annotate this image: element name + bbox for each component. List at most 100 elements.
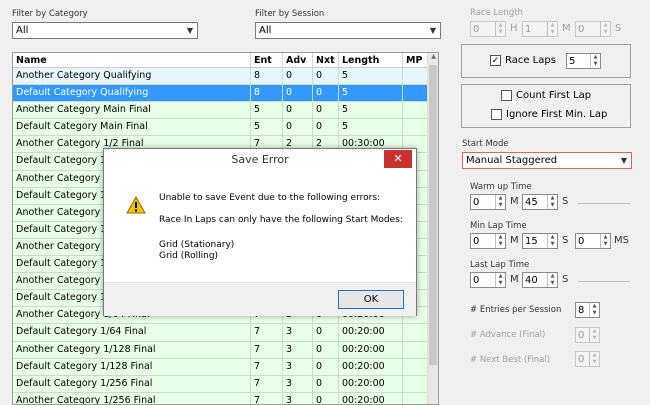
col-header-ent[interactable]: Ent — [251, 53, 283, 67]
spin-down-icon[interactable]: ▼ — [590, 359, 599, 366]
minlap-minutes[interactable]: 0 ▲ ▼ — [470, 233, 506, 249]
spin-up-icon[interactable]: ▲ — [548, 234, 557, 241]
check-icon[interactable]: ✓ — [490, 55, 501, 66]
spin-down-icon[interactable]: ▼ — [548, 241, 557, 248]
spin-up-icon[interactable]: ▲ — [548, 195, 557, 202]
count-first-lap-checkbox[interactable]: Count First Lap — [501, 90, 591, 101]
spin-up-icon[interactable]: ▲ — [548, 273, 557, 280]
close-icon[interactable]: ✕ — [384, 150, 412, 168]
grid-scrollbar[interactable]: ▲ — [427, 53, 438, 404]
minlap-minutes-unit: M — [510, 235, 519, 246]
table-cell-nxt: 0 — [313, 68, 339, 85]
race-laps-stepper[interactable]: 5 ▲ ▼ — [566, 53, 601, 69]
minlap-seconds[interactable]: 15 ▲ ▼ — [522, 233, 558, 249]
table-cell-name: Another Category Main Final — [13, 102, 251, 119]
table-row[interactable]: Another Category Qualifying 8 0 0 5 — [13, 68, 438, 86]
dialog-body: Unable to save Event due to the followin… — [104, 170, 416, 282]
table-cell-name: Another Category 1/128 Final — [13, 341, 251, 358]
lastlap-minutes[interactable]: 0 ▲ ▼ — [470, 272, 506, 288]
col-header-nxt[interactable]: Nxt — [313, 53, 339, 67]
table-cell-len: 5 — [339, 68, 403, 85]
entries-per-session-stepper[interactable]: 8 ▲ ▼ — [575, 302, 600, 318]
spin-down-icon[interactable]: ▼ — [548, 202, 557, 209]
race-length-hours[interactable]: 0 ▲ ▼ — [470, 21, 506, 37]
ok-button[interactable]: OK — [338, 290, 404, 309]
lastlap-seconds[interactable]: 40 ▲ ▼ — [522, 272, 558, 288]
spin-down-icon[interactable]: ▼ — [601, 241, 610, 248]
spin-up-icon[interactable]: ▲ — [591, 54, 600, 61]
spin-up-icon[interactable]: ▲ — [590, 328, 599, 335]
warmup-seconds[interactable]: 45 ▲ ▼ — [522, 194, 558, 210]
spin-down-icon[interactable]: ▼ — [548, 280, 557, 287]
warmup-minutes[interactable]: 0 ▲ ▼ — [470, 194, 506, 210]
category-filter-select[interactable]: All ▼ — [12, 22, 198, 39]
table-cell-adv: 3 — [283, 375, 313, 392]
table-cell-mp — [403, 392, 430, 404]
race-laps-checkbox[interactable]: ✓ Race Laps — [490, 55, 556, 66]
spin-up-icon[interactable]: ▲ — [590, 303, 599, 310]
table-cell-ent: 5 — [251, 102, 283, 119]
col-header-adv[interactable]: Adv — [283, 53, 313, 67]
entries-per-session-label: # Entries per Session — [470, 305, 562, 315]
race-length-seconds[interactable]: 0 ▲ ▼ — [575, 21, 611, 37]
minlap-seconds-value: 15 — [525, 235, 538, 247]
spin-down-icon[interactable]: ▼ — [590, 310, 599, 317]
minlap-minutes-value: 0 — [473, 235, 480, 247]
warmup-seconds-value: 45 — [525, 196, 538, 208]
table-cell-mp — [403, 85, 430, 102]
table-row[interactable]: Another Category 1/128 Final 7 3 0 00:20:00 — [13, 341, 438, 359]
table-row[interactable]: Default Category 1/128 Final 7 3 0 00:20:00 — [13, 358, 438, 376]
race-laps-label: Race Laps — [505, 55, 556, 66]
spin-down-icon[interactable]: ▼ — [496, 202, 505, 209]
dialog-message-2: Race In Laps can only have the following… — [159, 215, 403, 225]
spin-up-icon[interactable]: ▲ — [496, 22, 505, 29]
spin-down-icon[interactable]: ▼ — [590, 335, 599, 342]
checkbox-empty-icon[interactable] — [501, 90, 512, 101]
table-cell-name: Default Category Main Final — [13, 119, 251, 136]
table-cell-adv: 3 — [283, 358, 313, 375]
spin-down-icon[interactable]: ▼ — [548, 29, 557, 36]
race-length-minutes[interactable]: 1 ▲ ▼ — [522, 21, 558, 37]
table-cell-nxt: 0 — [313, 358, 339, 375]
grid-header: Name Ent Adv Nxt Length MP — [13, 53, 438, 68]
spin-up-icon[interactable]: ▲ — [548, 22, 557, 29]
scroll-thumb[interactable] — [429, 65, 437, 365]
table-cell-len: 5 — [339, 102, 403, 119]
table-cell-len: 00:20:00 — [339, 358, 403, 375]
spin-up-icon[interactable]: ▲ — [590, 352, 599, 359]
table-cell-adv: 0 — [283, 68, 313, 85]
minlap-milliseconds[interactable]: 0 ▲ ▼ — [575, 233, 611, 249]
advance-final-stepper[interactable]: 0 ▲ ▼ — [575, 327, 600, 343]
table-row[interactable]: Default Category 1/64 Final 7 3 0 00:20:00 — [13, 324, 438, 342]
col-header-length[interactable]: Length — [339, 53, 403, 67]
next-best-final-stepper[interactable]: 0 ▲ ▼ — [575, 351, 600, 367]
spin-down-icon[interactable]: ▼ — [496, 241, 505, 248]
spin-down-icon[interactable]: ▼ — [591, 61, 600, 68]
spin-down-icon[interactable]: ▼ — [496, 29, 505, 36]
spin-up-icon[interactable]: ▲ — [496, 273, 505, 280]
col-header-name[interactable]: Name — [13, 53, 251, 67]
table-row[interactable]: Default Category Main Final 5 0 0 5 — [13, 119, 438, 137]
session-filter-select[interactable]: All ▼ — [255, 22, 441, 39]
entries-per-session-value: 8 — [578, 304, 585, 316]
warning-icon — [126, 196, 146, 214]
table-cell-mp — [403, 375, 430, 392]
spin-up-icon[interactable]: ▲ — [601, 234, 610, 241]
table-row[interactable]: Another Category Main Final 5 0 0 5 — [13, 102, 438, 120]
start-mode-value: Manual Staggered — [466, 155, 558, 166]
next-best-final-value: 0 — [578, 353, 585, 365]
scroll-up-icon[interactable]: ▲ — [428, 53, 438, 64]
table-row[interactable]: Another Category 1/256 Final 7 3 0 00:20:00 — [13, 392, 438, 404]
table-row[interactable]: Default Category 1/256 Final 7 3 0 00:20:00 — [13, 375, 438, 393]
ignore-first-min-lap-checkbox[interactable]: Ignore First Min. Lap — [491, 109, 607, 120]
spin-up-icon[interactable]: ▲ — [601, 22, 610, 29]
checkbox-empty-icon[interactable] — [491, 109, 502, 120]
spin-up-icon[interactable]: ▲ — [496, 234, 505, 241]
spin-down-icon[interactable]: ▼ — [601, 29, 610, 36]
col-header-mp[interactable]: MP — [403, 53, 430, 67]
table-row[interactable]: Default Category Qualifying 8 0 0 5 — [13, 85, 438, 103]
start-mode-select[interactable]: Manual Staggered ▼ — [462, 152, 632, 169]
table-cell-nxt: 0 — [313, 375, 339, 392]
spin-down-icon[interactable]: ▼ — [496, 280, 505, 287]
spin-up-icon[interactable]: ▲ — [496, 195, 505, 202]
